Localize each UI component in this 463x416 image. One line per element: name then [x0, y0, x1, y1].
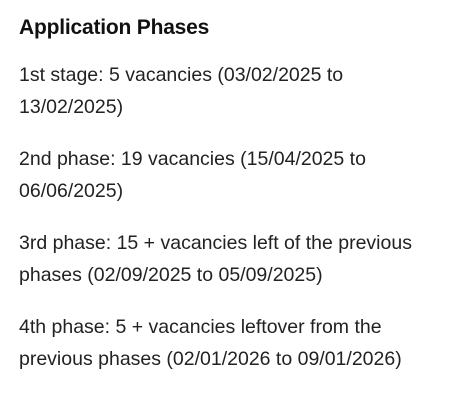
phase-item-2: 2nd phase: 19 vacancies (15/04/2025 to 0… [19, 148, 366, 202]
phase-item-1: 1st stage: 5 vacancies (03/02/2025 to 13… [19, 64, 344, 118]
phase-list: 1st stage: 5 vacancies (03/02/2025 to 13… [19, 60, 443, 375]
section-heading: Application Phases [19, 16, 210, 39]
application-phases-section: Application Phases 1st stage: 5 vacancie… [0, 0, 463, 416]
phase-item-3: 3rd phase: 15 + vacancies left of the pr… [19, 232, 412, 286]
phase-item-4: 4th phase: 5 + vacancies leftover from t… [19, 316, 402, 370]
